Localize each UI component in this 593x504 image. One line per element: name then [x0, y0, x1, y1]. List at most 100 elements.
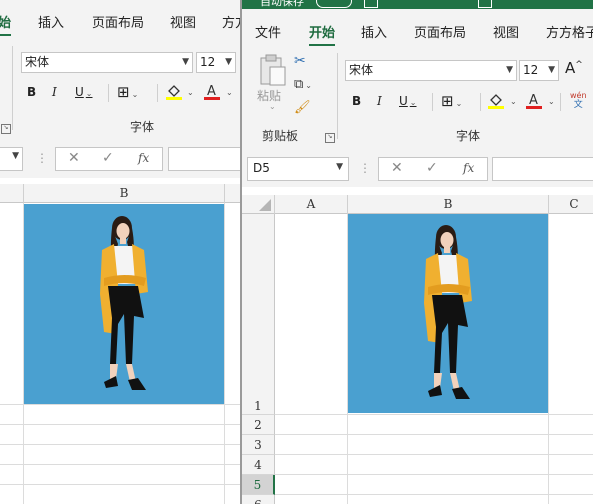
border-icon[interactable]: ⊞ ⌄ [117, 83, 138, 101]
paste-icon[interactable] [258, 53, 288, 90]
select-all-corner[interactable] [242, 195, 275, 214]
svg-text:A: A [207, 84, 216, 99]
phonetic-guide-icon[interactable]: wén 文 [570, 91, 587, 110]
tab-view[interactable]: 视图 [170, 12, 196, 31]
row-header-5[interactable]: 5 [242, 475, 275, 495]
tab-fangfang[interactable]: 方方 [222, 12, 240, 31]
font-name-combo[interactable]: 宋体 ▼ [21, 52, 193, 73]
clipboard-group-label: 剪贴板 [262, 129, 299, 143]
copy-icon[interactable]: ⧉ ⌄ [294, 77, 312, 92]
phonetic-bottom-text: 文 [573, 100, 583, 110]
tab-home[interactable]: 始 [0, 12, 12, 36]
chevron-down-icon[interactable]: ⌄ [269, 102, 276, 111]
chevron-down-icon[interactable]: ⌄ [548, 97, 555, 106]
column-header-a[interactable]: A [275, 195, 348, 214]
grid-line [0, 444, 240, 445]
check-icon[interactable]: ✓ [102, 150, 114, 166]
column-header-row: B [0, 184, 240, 203]
tab-home[interactable]: 开始 [309, 22, 336, 46]
autosave-label: 自动保存 [260, 0, 304, 8]
chevron-down-icon[interactable]: ▼ [506, 61, 513, 80]
font-size-combo[interactable]: 12 ▼ [196, 52, 236, 73]
tab-fangfang[interactable]: 方方格子 [546, 22, 593, 41]
inserted-picture[interactable] [24, 204, 224, 404]
italic-icon[interactable]: I [52, 85, 57, 99]
woman-photo [424, 225, 472, 399]
tab-file[interactable]: 文件 [255, 22, 281, 41]
tab-insert[interactable]: 插入 [38, 12, 64, 31]
divider [157, 84, 158, 102]
column-header-b[interactable]: B [24, 184, 225, 203]
close-x-icon[interactable]: ✕ [68, 150, 80, 166]
group-divider [337, 53, 338, 139]
tab-page-layout[interactable]: 页面布局 [92, 12, 144, 31]
chevron-down-icon[interactable]: ▼ [336, 162, 343, 172]
grid-line [0, 404, 240, 405]
font-group-label: 字体 [130, 120, 155, 134]
bold-icon[interactable]: B [27, 85, 36, 99]
title-bar: 自动保存 [242, 0, 593, 9]
underline-icon[interactable]: U ⌄ [75, 85, 93, 99]
tab-insert[interactable]: 插入 [361, 22, 387, 41]
font-name-combo[interactable]: 宋体 ▼ [345, 60, 517, 81]
bold-icon[interactable]: B [352, 94, 361, 108]
column-header-c[interactable] [225, 184, 240, 203]
formula-input[interactable] [492, 157, 593, 181]
font-color-icon[interactable]: A [203, 82, 221, 103]
ribbon-panel: ↘ 宋体 ▼ 12 ▼ B I U ⌄ ⊞ ⌄ ⌄ A ⌄ 字体 [0, 40, 240, 139]
column-header-b[interactable]: B [348, 195, 549, 214]
clipboard-dialog-launcher[interactable]: ↘ [1, 124, 11, 134]
row-header-2[interactable]: 2 [242, 415, 275, 435]
cut-icon[interactable]: ✂ [294, 53, 306, 69]
underline-icon[interactable]: U ⌄ [399, 94, 417, 108]
italic-icon[interactable]: I [377, 94, 382, 108]
font-size-value: 12 [200, 55, 216, 69]
border-icon[interactable]: ⊞ ⌄ [441, 92, 462, 110]
fill-color-icon[interactable] [487, 91, 505, 112]
excel-window-right: 自动保存 文件 开始 插入 页面布局 视图 方方格子 粘贴 ⌄ ✂ ⧉ ⌄ 🖌 剪… [240, 0, 593, 504]
grid-line [275, 414, 593, 415]
chevron-down-icon[interactable]: ⌄ [187, 88, 194, 97]
chevron-down-icon[interactable]: ⌄ [226, 88, 233, 97]
grid-line [548, 214, 549, 504]
chevron-down-icon[interactable]: ⌄ [510, 97, 517, 106]
row-header-4[interactable]: 4 [242, 455, 275, 475]
grid-line [275, 454, 593, 455]
group-divider [12, 46, 13, 130]
name-box[interactable]: ▼ [0, 147, 23, 171]
save-icon[interactable] [364, 0, 378, 8]
column-header-c[interactable]: C [549, 195, 593, 214]
clipboard-dialog-launcher[interactable]: ↘ [325, 133, 335, 143]
formula-input[interactable] [168, 147, 240, 171]
fx-icon[interactable]: fx [463, 161, 474, 175]
chevron-down-icon[interactable]: ▼ [225, 53, 232, 72]
row-header-1[interactable]: 1 [242, 214, 275, 415]
formula-bar: D5 ▼ ⋮ ✕ ✓ fx [242, 147, 593, 188]
chevron-down-icon[interactable]: ▼ [12, 151, 19, 161]
row-header-6[interactable]: 6 [242, 495, 275, 504]
format-painter-icon[interactable]: 🖌 [294, 100, 311, 115]
grid-line [275, 474, 593, 475]
chevron-down-icon[interactable]: ▼ [548, 61, 555, 80]
font-color-icon[interactable]: A [525, 91, 543, 112]
font-size-combo[interactable]: 12 ▼ [519, 60, 559, 81]
column-header-a[interactable] [0, 184, 24, 203]
close-x-icon[interactable]: ✕ [391, 160, 403, 176]
inserted-picture[interactable] [348, 214, 548, 413]
autosave-toggle[interactable] [316, 0, 352, 8]
print-icon[interactable] [478, 0, 492, 8]
svg-text:A: A [529, 93, 538, 108]
fill-color-icon[interactable] [165, 82, 183, 103]
tab-page-layout[interactable]: 页面布局 [414, 22, 466, 41]
row-header-3[interactable]: 3 [242, 435, 275, 455]
grid-line [224, 203, 225, 504]
fx-icon[interactable]: fx [138, 151, 149, 165]
grow-font-icon[interactable]: A^ [565, 59, 583, 77]
grid-line [0, 424, 240, 425]
name-box[interactable]: D5 ▼ [247, 157, 349, 181]
grip-icon: ⋮ [36, 151, 48, 165]
tab-view[interactable]: 视图 [493, 22, 519, 41]
chevron-down-icon[interactable]: ▼ [182, 53, 189, 72]
check-icon[interactable]: ✓ [426, 160, 438, 176]
grip-icon: ⋮ [359, 161, 371, 175]
